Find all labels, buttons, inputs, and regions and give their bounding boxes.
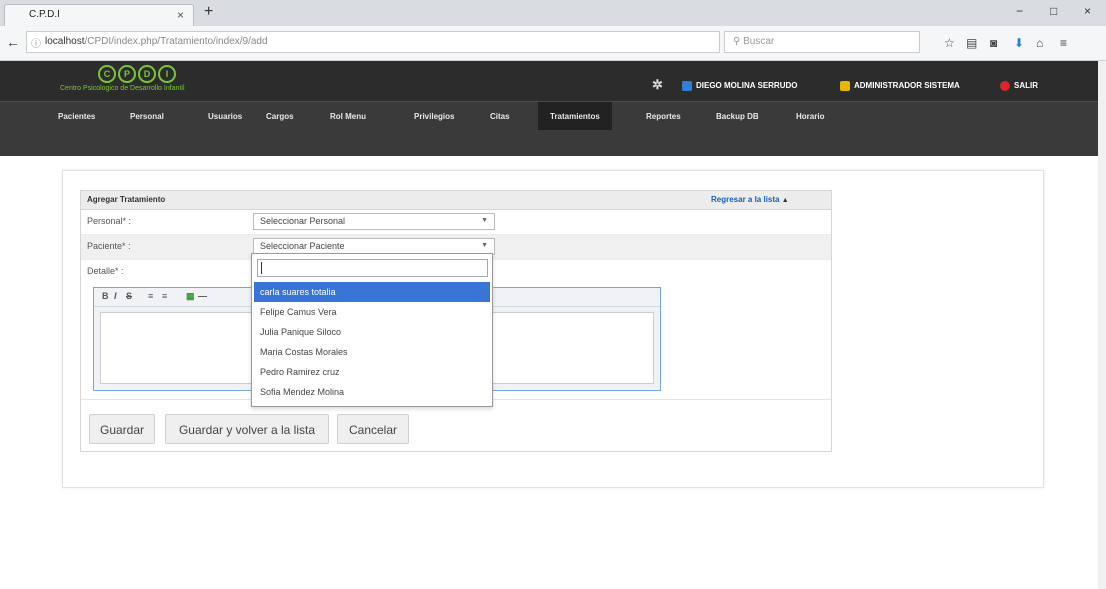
dropdown-option[interactable]: Sofia Mendez Molina	[254, 382, 490, 402]
info-icon[interactable]: ⓘ	[31, 35, 41, 50]
nav-item-backup-db[interactable]: Backup DB	[708, 102, 767, 131]
paciente-label: Paciente* :	[87, 241, 131, 251]
logout-button[interactable]: SALIR	[1000, 81, 1038, 91]
url-path: /CPDI/index.php/Tratamiento/index/9/add	[84, 36, 268, 47]
back-to-list-text: Regresar a la lista	[711, 195, 780, 204]
nav-item-horario[interactable]: Horario	[788, 102, 832, 131]
app-header: CPDI Centro Psicologico de Desarrollo In…	[0, 61, 1106, 101]
search-input[interactable]: ⚲ Buscar	[724, 31, 920, 53]
nav-item-reportes[interactable]: Reportes	[638, 102, 689, 131]
power-icon	[1000, 81, 1010, 91]
numbered-list-icon[interactable]: ≡	[148, 291, 153, 301]
address-text: localhost/CPDI/index.php/Tratamiento/ind…	[45, 36, 268, 47]
tab-title: C.P.D.I	[29, 9, 60, 20]
restore-icon[interactable]: □	[1050, 4, 1057, 18]
detalle-label: Detalle* :	[87, 266, 124, 276]
role-name: ADMINISTRADOR SISTEMA	[854, 81, 960, 91]
back-arrow-icon[interactable]: ←	[6, 34, 20, 50]
collapse-caret-icon: ▲	[781, 197, 789, 204]
form-header: Agregar Tratamiento Regresar a la lista …	[81, 191, 831, 210]
search-placeholder: ⚲ Buscar	[733, 36, 774, 47]
dropdown-option[interactable]: Felipe Camus Vera	[254, 302, 490, 322]
nav-item-pacientes[interactable]: Pacientes	[50, 102, 103, 131]
browser-tabbar: C.P.D.I × + − □ ×	[0, 0, 1106, 26]
dropdown-option[interactable]: carla suares totalia	[254, 282, 490, 302]
nav-item-cargos[interactable]: Cargos	[258, 102, 302, 131]
browser-tab[interactable]: C.P.D.I ×	[4, 4, 194, 26]
user-menu[interactable]: DIEGO MOLINA SERRUDO	[682, 81, 797, 91]
field-row-personal: Personal* : Seleccionar Personal ▼	[81, 210, 831, 235]
browser-toolbar: ← ⓘ localhost/CPDI/index.php/Tratamiento…	[0, 26, 1106, 61]
personal-select[interactable]: Seleccionar Personal ▼	[253, 213, 495, 230]
save-and-back-button[interactable]: Guardar y volver a la lista	[165, 414, 329, 444]
dropdown-option[interactable]: Julia Panique Siloco	[254, 322, 490, 342]
minimize-icon[interactable]: −	[1016, 4, 1023, 18]
nav-item-tratamientos[interactable]: Tratamientos	[538, 102, 612, 131]
search-icon: ⚲	[733, 36, 744, 47]
personal-select-value: Seleccionar Personal	[260, 216, 346, 226]
address-bar[interactable]: ⓘ localhost/CPDI/index.php/Tratamiento/i…	[26, 31, 735, 53]
window-close-icon[interactable]: ×	[1084, 4, 1091, 18]
page-scrollbar[interactable]	[1098, 61, 1106, 589]
image-icon[interactable]: ▦	[186, 291, 195, 302]
nav-item-usuarios[interactable]: Usuarios	[200, 102, 250, 131]
bullet-list-icon[interactable]: ≡	[162, 291, 167, 301]
pocket-icon[interactable]: ◙	[990, 36, 997, 50]
nav-item-rol-menu[interactable]: Rol Menu	[322, 102, 374, 131]
logo-letter: D	[138, 65, 156, 83]
italic-icon[interactable]: I	[114, 291, 117, 301]
paciente-select-value: Seleccionar Paciente	[260, 241, 345, 251]
nav-item-citas[interactable]: Citas	[482, 102, 518, 131]
form-title: Agregar Tratamiento	[87, 195, 166, 204]
key-icon	[840, 81, 850, 91]
logo[interactable]: CPDI	[98, 65, 178, 83]
home-icon[interactable]: ⌂	[1036, 36, 1043, 50]
logo-letter: C	[98, 65, 116, 83]
dropdown-search-input[interactable]	[257, 259, 488, 277]
save-button[interactable]: Guardar	[89, 414, 155, 444]
bold-icon[interactable]: B	[102, 291, 109, 301]
logo-letter: P	[118, 65, 136, 83]
logo-subtitle: Centro Psicologico de Desarrollo Infanti…	[60, 85, 185, 92]
download-icon[interactable]: ⬇	[1014, 36, 1024, 50]
strikethrough-icon[interactable]: S	[126, 291, 132, 301]
nav-item-personal[interactable]: Personal	[122, 102, 172, 131]
sub-bar	[0, 130, 1106, 156]
chevron-down-icon: ▼	[481, 242, 488, 249]
close-tab-icon[interactable]: ×	[177, 8, 184, 22]
search-placeholder-text: Buscar	[743, 36, 775, 47]
logo-letter: I	[158, 65, 176, 83]
nav-item-privilegios[interactable]: Privilegios	[406, 102, 462, 131]
chevron-down-icon: ▼	[481, 217, 488, 224]
logout-label: SALIR	[1014, 81, 1038, 91]
paciente-dropdown: carla suares totalia Felipe Camus Vera J…	[251, 253, 493, 407]
star-icon[interactable]: ☆	[944, 36, 955, 50]
user-name: DIEGO MOLINA SERRUDO	[696, 81, 798, 91]
dropdown-option[interactable]: Pedro Ramirez cruz	[254, 362, 490, 382]
cancel-button[interactable]: Cancelar	[337, 414, 409, 444]
url-host: localhost	[45, 36, 85, 47]
personal-label: Personal* :	[87, 216, 132, 226]
clipboard-icon[interactable]: ▤	[966, 36, 977, 50]
settings-gear-icon[interactable]: ✲	[652, 77, 663, 93]
user-icon	[682, 81, 692, 91]
back-to-list-link[interactable]: Regresar a la lista ▲	[711, 195, 789, 204]
horizontal-rule-icon[interactable]: —	[198, 291, 207, 301]
text-cursor	[261, 262, 262, 274]
menu-icon[interactable]: ≡	[1060, 36, 1067, 50]
dropdown-option[interactable]: Maria Costas Morales	[254, 342, 490, 362]
main-nav: Pacientes Personal Usuarios Cargos Rol M…	[0, 101, 1106, 131]
new-tab-icon[interactable]: +	[204, 3, 213, 21]
role-menu[interactable]: ADMINISTRADOR SISTEMA	[840, 81, 960, 91]
